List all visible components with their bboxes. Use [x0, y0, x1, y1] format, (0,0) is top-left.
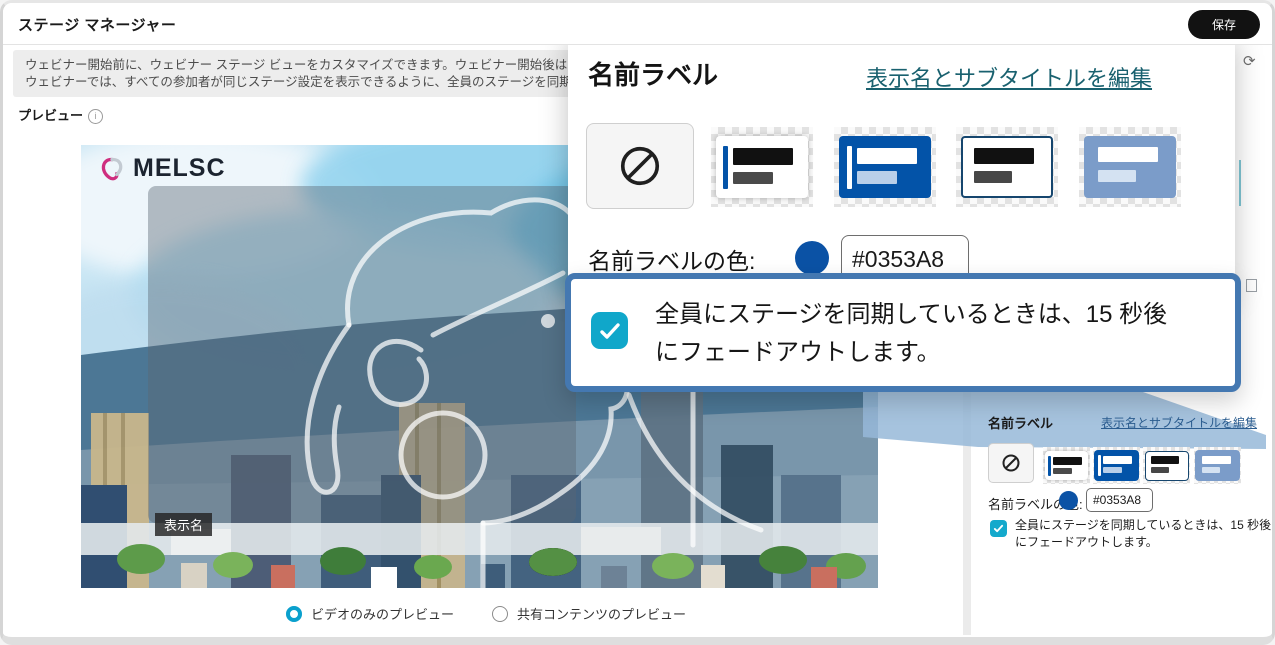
info-icon[interactable]: i: [88, 109, 103, 124]
popup-style-translucent[interactable]: [1079, 127, 1181, 207]
fade-text: 全員にステージを同期しているときは、15 秒後 にフェードアウトします。: [655, 296, 1167, 372]
radio-selected-icon[interactable]: [286, 606, 302, 622]
panel-style-white-accent[interactable]: [1043, 447, 1090, 484]
panel-fade-checkbox[interactable]: [990, 520, 1007, 537]
save-button[interactable]: 保存: [1188, 10, 1260, 39]
header-bar: [3, 3, 1272, 45]
popup-style-none[interactable]: [586, 123, 694, 209]
radio-video-only[interactable]: ビデオのみのプレビュー: [286, 604, 454, 623]
popup-style-solid-blue[interactable]: [834, 127, 936, 207]
popup-name-label-title: 名前ラベル: [588, 55, 718, 92]
popup-color-label: 名前ラベルの色:: [588, 242, 755, 276]
stage-manager-window: ステージ マネージャー 保存 ウェビナー開始前に、ウェビナー ステージ ビューを…: [0, 0, 1275, 645]
fade-text-line2: にフェードアウトします。: [655, 334, 1167, 372]
panel-edge-highlight: [1239, 160, 1241, 206]
panel-color-input[interactable]: [1086, 488, 1153, 512]
fade-checkbox[interactable]: [591, 312, 628, 349]
panel-style-none[interactable]: [988, 443, 1034, 483]
panel-fade-text-line1: 全員にステージを同期しているときは、15 秒後: [1015, 517, 1271, 534]
popup-color-swatch[interactable]: [795, 241, 829, 275]
logo-text: MELSC: [133, 154, 226, 183]
panel-fade-text: 全員にステージを同期しているときは、15 秒後 にフェードアウトします。: [1015, 517, 1271, 551]
logo-heart-icon: [97, 153, 127, 183]
panel-color-swatch[interactable]: [1059, 491, 1078, 510]
fade-text-line1: 全員にステージを同期しているときは、15 秒後: [655, 296, 1167, 334]
display-name-tag: 表示名: [155, 513, 212, 536]
popup-edit-subtitle-link[interactable]: 表示名とサブタイトルを編集: [866, 61, 1152, 93]
preview-mode-radios: ビデオのみのプレビュー 共有コンテンツのプレビュー: [286, 604, 686, 623]
page-title: ステージ マネージャー: [18, 14, 176, 35]
panel-fade-text-line2: にフェードアウトします。: [1015, 534, 1271, 551]
no-label-icon: [617, 143, 663, 189]
radio-shared-content-label: 共有コンテンツのプレビュー: [517, 604, 686, 623]
panel-style-solid-blue[interactable]: [1093, 447, 1140, 484]
refresh-icon[interactable]: ⟳: [1243, 52, 1256, 70]
brand-logo: MELSC: [97, 153, 226, 183]
radio-video-only-label: ビデオのみのプレビュー: [311, 604, 454, 623]
preview-heading-label: プレビュー: [18, 108, 83, 123]
panel-style-outlined[interactable]: [1143, 447, 1190, 484]
hidden-field-edge: [1246, 279, 1257, 292]
popup-style-outlined[interactable]: [956, 127, 1058, 207]
checkmark-icon: [993, 523, 1004, 534]
no-label-icon: [1001, 453, 1021, 473]
radio-unselected-icon[interactable]: [492, 606, 508, 622]
panel-edit-subtitle-link[interactable]: 表示名とサブタイトルを編集: [1101, 414, 1257, 431]
popup-style-white-accent[interactable]: [711, 127, 813, 207]
panel-name-label-title: 名前ラベル: [988, 413, 1053, 432]
panel-style-translucent[interactable]: [1194, 447, 1241, 484]
radio-shared-content[interactable]: 共有コンテンツのプレビュー: [492, 604, 686, 623]
preview-heading: プレビュー i: [18, 105, 103, 124]
fade-setting-callout: 全員にステージを同期しているときは、15 秒後 にフェードアウトします。: [565, 273, 1241, 392]
checkmark-icon: [598, 319, 622, 343]
